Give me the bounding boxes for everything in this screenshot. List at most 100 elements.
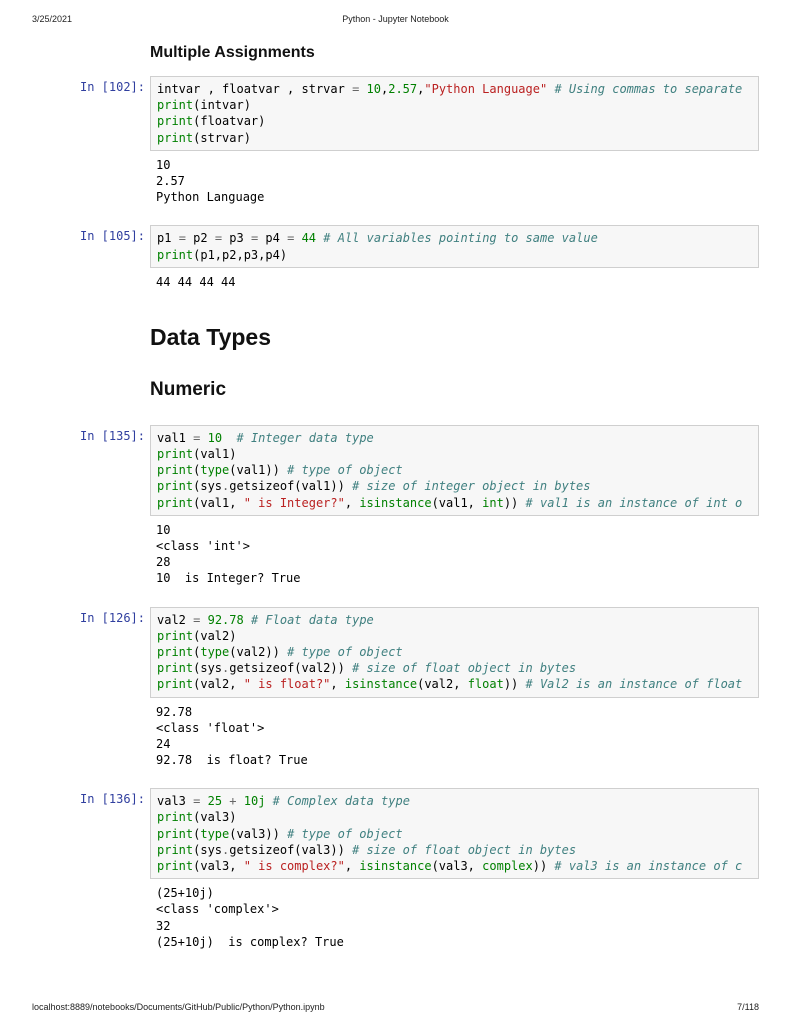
code-input[interactable]: val1 = 10 # Integer data type print(val1… bbox=[150, 425, 759, 516]
code-token: 44 bbox=[302, 231, 316, 245]
code-token: (val3, bbox=[193, 859, 244, 873]
code-token: print bbox=[157, 447, 193, 461]
code-token: " is float?" bbox=[244, 677, 331, 691]
code-token: print bbox=[157, 131, 193, 145]
code-token: intvar , floatvar , strvar bbox=[157, 82, 352, 96]
input-prompt: In [102]: bbox=[55, 80, 145, 94]
code-token: isinstance bbox=[345, 677, 417, 691]
code-token: 10 bbox=[208, 431, 222, 445]
code-token: 10 bbox=[367, 82, 381, 96]
code-token: print bbox=[157, 479, 193, 493]
code-token: print bbox=[157, 114, 193, 128]
code-token: getsizeof(val1)) bbox=[229, 479, 352, 493]
code-cell-105: In [105]: p1 = p2 = p3 = p4 = 44 # All v… bbox=[55, 225, 759, 290]
code-token: # type of object bbox=[287, 645, 403, 659]
heading-multiple-assignments: Multiple Assignments bbox=[150, 44, 759, 62]
code-token: complex bbox=[482, 859, 533, 873]
code-token: (val3, bbox=[432, 859, 483, 873]
code-output: 10 2.57 Python Language bbox=[150, 151, 759, 206]
code-token: (p1,p2,p3,p4) bbox=[193, 248, 287, 262]
header-spacer bbox=[599, 14, 759, 24]
code-token: (val2)) bbox=[229, 645, 287, 659]
code-token: (val3)) bbox=[229, 827, 287, 841]
code-cell-126: In [126]: val2 = 92.78 # Float data type… bbox=[55, 607, 759, 769]
code-cell-136: In [136]: val3 = 25 + 10j # Complex data… bbox=[55, 788, 759, 950]
heading-data-types: Data Types bbox=[150, 324, 759, 351]
code-token: isinstance bbox=[359, 496, 431, 510]
code-token: print bbox=[157, 629, 193, 643]
code-token: )) bbox=[533, 859, 555, 873]
input-prompt: In [135]: bbox=[55, 429, 145, 443]
code-token: print bbox=[157, 661, 193, 675]
footer-path: localhost:8889/notebooks/Documents/GitHu… bbox=[32, 1002, 325, 1012]
heading-numeric: Numeric bbox=[150, 379, 759, 401]
code-token: print bbox=[157, 463, 193, 477]
input-prompt: In [105]: bbox=[55, 229, 145, 243]
code-token: (val1, bbox=[432, 496, 483, 510]
code-token: (val1) bbox=[193, 447, 236, 461]
code-token: p4 bbox=[258, 231, 287, 245]
code-token bbox=[222, 431, 236, 445]
code-token: print bbox=[157, 98, 193, 112]
code-token bbox=[200, 613, 207, 627]
code-token: print bbox=[157, 677, 193, 691]
code-token: int bbox=[482, 496, 504, 510]
code-token: print bbox=[157, 827, 193, 841]
code-token: (val3) bbox=[193, 810, 236, 824]
code-token: type bbox=[200, 463, 229, 477]
code-token: p3 bbox=[222, 231, 251, 245]
code-token bbox=[200, 431, 207, 445]
code-input[interactable]: val3 = 25 + 10j # Complex data type prin… bbox=[150, 788, 759, 879]
code-token: "Python Language" bbox=[424, 82, 547, 96]
code-token: 92.78 bbox=[208, 613, 244, 627]
code-output: 44 44 44 44 bbox=[150, 268, 759, 290]
code-input[interactable]: val2 = 92.78 # Float data type print(val… bbox=[150, 607, 759, 698]
code-token: print bbox=[157, 859, 193, 873]
code-token: (val2) bbox=[193, 629, 236, 643]
code-token: (sys bbox=[193, 661, 222, 675]
code-token: (floatvar) bbox=[193, 114, 265, 128]
code-token: = bbox=[179, 231, 186, 245]
code-token: # val3 is an instance of c bbox=[554, 859, 742, 873]
code-token: # size of float object in bytes bbox=[352, 843, 576, 857]
code-token: = bbox=[215, 231, 222, 245]
code-token bbox=[265, 794, 272, 808]
code-token: print bbox=[157, 248, 193, 262]
notebook-content: Multiple Assignments In [102]: intvar , … bbox=[32, 44, 759, 950]
code-token: # type of object bbox=[287, 463, 403, 477]
footer-page-num: 7/118 bbox=[737, 1002, 759, 1012]
header-title: Python - Jupyter Notebook bbox=[192, 14, 599, 24]
code-token: , bbox=[345, 859, 359, 873]
code-token: val3 bbox=[157, 794, 193, 808]
code-token: float bbox=[468, 677, 504, 691]
code-token: print bbox=[157, 810, 193, 824]
header-date: 3/25/2021 bbox=[32, 14, 192, 24]
code-cell-135: In [135]: val1 = 10 # Integer data type … bbox=[55, 425, 759, 587]
code-token: (sys bbox=[193, 479, 222, 493]
code-token: # Float data type bbox=[251, 613, 374, 627]
code-token: isinstance bbox=[359, 859, 431, 873]
code-token: + bbox=[229, 794, 236, 808]
code-token: getsizeof(val3)) bbox=[229, 843, 352, 857]
code-input[interactable]: p1 = p2 = p3 = p4 = 44 # All variables p… bbox=[150, 225, 759, 267]
code-token: (sys bbox=[193, 843, 222, 857]
code-input[interactable]: intvar , floatvar , strvar = 10,2.57,"Py… bbox=[150, 76, 759, 151]
page-header: 3/25/2021 Python - Jupyter Notebook bbox=[32, 14, 759, 36]
code-token: getsizeof(val2)) bbox=[229, 661, 352, 675]
code-token: # Val2 is an instance of float bbox=[526, 677, 743, 691]
code-token: # Complex data type bbox=[273, 794, 410, 808]
code-token: # Integer data type bbox=[237, 431, 374, 445]
code-token: , bbox=[345, 496, 359, 510]
code-token: print bbox=[157, 645, 193, 659]
code-token: val2 bbox=[157, 613, 193, 627]
code-token: 25 bbox=[208, 794, 222, 808]
code-token: (intvar) bbox=[193, 98, 251, 112]
code-token: # val1 is an instance of int o bbox=[526, 496, 743, 510]
code-cell-102: In [102]: intvar , floatvar , strvar = 1… bbox=[55, 76, 759, 205]
code-token: p1 bbox=[157, 231, 179, 245]
code-token bbox=[359, 82, 366, 96]
code-token bbox=[200, 794, 207, 808]
code-token: , bbox=[330, 677, 344, 691]
code-token: p2 bbox=[186, 231, 215, 245]
code-output: (25+10j) <class 'complex'> 32 (25+10j) i… bbox=[150, 879, 759, 950]
